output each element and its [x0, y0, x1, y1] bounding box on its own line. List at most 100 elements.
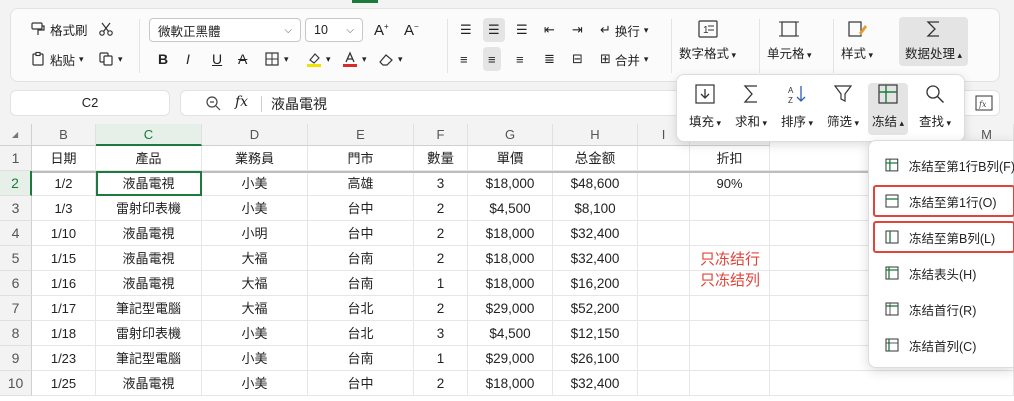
table-cell[interactable]: $4,500	[468, 321, 553, 346]
column-header-e[interactable]: E	[308, 124, 414, 146]
fill-button[interactable]: 填充 ▾	[685, 83, 725, 135]
table-cell[interactable]: 2	[414, 371, 468, 396]
table-cell[interactable]: 台中	[308, 221, 414, 246]
row-header[interactable]: 7	[0, 296, 32, 321]
table-cell[interactable]: $18,000	[468, 246, 553, 271]
number-format-button[interactable]: 1 数字格式 ▾	[679, 9, 736, 62]
merge-button[interactable]: ⊞ 合并 ▾	[595, 47, 653, 71]
table-cell[interactable]: $32,400	[553, 221, 638, 246]
table-cell[interactable]: 台中	[308, 196, 414, 221]
table-cell[interactable]	[638, 321, 690, 346]
row-header[interactable]: 8	[0, 321, 32, 346]
sort-button[interactable]: AZ 排序 ▾	[777, 83, 817, 135]
table-cell[interactable]: 1/2	[32, 171, 96, 196]
table-cell[interactable]: 90%	[690, 171, 770, 196]
formula-content[interactable]: 液晶電視	[271, 94, 327, 114]
column-header-b[interactable]: B	[32, 124, 96, 146]
table-cell[interactable]: 台中	[308, 371, 414, 396]
table-cell[interactable]: $48,600	[553, 171, 638, 196]
table-cell[interactable]: 1	[414, 271, 468, 296]
clear-button[interactable]: ▾	[373, 47, 408, 71]
cut-button[interactable]	[93, 17, 119, 41]
table-cell[interactable]	[690, 321, 770, 346]
decrease-font-button[interactable]: A−	[399, 18, 424, 42]
table-cell[interactable]: 台南	[308, 346, 414, 371]
name-box[interactable]: C2	[10, 90, 170, 116]
row-header[interactable]: 5	[0, 246, 32, 271]
expand-formula-button[interactable]: fx	[968, 90, 1000, 116]
row-header[interactable]: 3	[0, 196, 32, 221]
table-cell[interactable]: 液晶電視	[96, 171, 202, 196]
fill-color-button[interactable]: ▾	[301, 47, 336, 71]
row-header[interactable]: 4	[0, 221, 32, 246]
table-cell[interactable]: 1/17	[32, 296, 96, 321]
filter-button[interactable]: 筛选 ▾	[823, 83, 863, 135]
style-button[interactable]: 样式 ▾	[841, 9, 873, 62]
empty-cell[interactable]	[770, 371, 1014, 396]
table-cell[interactable]	[638, 371, 690, 396]
table-cell[interactable]: $32,400	[553, 246, 638, 271]
row-header[interactable]: 1	[0, 146, 32, 171]
table-cell[interactable]: 雷射印表機	[96, 196, 202, 221]
table-cell[interactable]: 1/25	[32, 371, 96, 396]
table-cell[interactable]: $8,100	[553, 196, 638, 221]
borders-button[interactable]: ▾	[259, 47, 294, 71]
table-cell[interactable]: $18,000	[468, 221, 553, 246]
table-cell[interactable]: $16,200	[553, 271, 638, 296]
header-cell[interactable]: 日期	[32, 146, 96, 171]
data-process-button[interactable]: 数据处理 ▴	[899, 17, 969, 66]
table-cell[interactable]: 大福	[202, 296, 308, 321]
font-color-button[interactable]: ▾	[337, 47, 372, 71]
table-cell[interactable]: 1	[414, 346, 468, 371]
freeze-button[interactable]: 冻结 ▴	[868, 83, 909, 135]
table-cell[interactable]	[690, 346, 770, 371]
table-cell[interactable]	[638, 296, 690, 321]
strikethrough-button[interactable]: A	[233, 47, 252, 71]
table-cell[interactable]	[638, 171, 690, 196]
format-painter-button[interactable]: 格式刷	[25, 17, 93, 41]
header-cell[interactable]: 折扣	[690, 146, 770, 171]
column-header-g[interactable]: G	[468, 124, 553, 146]
fx-icon[interactable]: fx	[235, 94, 248, 110]
align-bottom-button[interactable]: ☰	[511, 18, 533, 42]
table-cell[interactable]: 1/15	[32, 246, 96, 271]
table-cell[interactable]: 2	[414, 246, 468, 271]
freeze-col-b-item[interactable]: 冻结至第B列(L)	[873, 221, 1014, 253]
table-cell[interactable]: $12,150	[553, 321, 638, 346]
header-cell[interactable]: 產品	[96, 146, 202, 171]
underline-button[interactable]: U	[207, 47, 227, 71]
header-cell[interactable]: 門市	[308, 146, 414, 171]
table-cell[interactable]: $4,500	[468, 196, 553, 221]
font-size-select[interactable]: 10 ⌵	[305, 18, 363, 42]
align-right-button[interactable]: ≡	[511, 47, 529, 71]
table-cell[interactable]: 台北	[308, 321, 414, 346]
freeze-header-item[interactable]: 冻结表头(H)	[875, 257, 1014, 289]
table-cell[interactable]: 小明	[202, 221, 308, 246]
find-button[interactable]: 查找 ▾	[915, 83, 955, 135]
table-cell[interactable]: 2	[414, 296, 468, 321]
table-cell[interactable]: 1/23	[32, 346, 96, 371]
table-cell[interactable]: $52,200	[553, 296, 638, 321]
table-cell[interactable]: $32,400	[553, 371, 638, 396]
table-cell[interactable]	[638, 196, 690, 221]
decrease-indent-button[interactable]: ⇤	[539, 18, 560, 42]
table-cell[interactable]: 大福	[202, 271, 308, 296]
freeze-first-column-item[interactable]: 冻结首列(C)	[875, 329, 1014, 361]
font-name-select[interactable]: 微軟正黑體 ⌵	[149, 18, 301, 42]
sum-button[interactable]: 求和 ▾	[731, 83, 771, 135]
table-cell[interactable]: 液晶電視	[96, 246, 202, 271]
paste-button[interactable]: 粘贴 ▾	[25, 47, 89, 71]
table-cell[interactable]: 液晶電視	[96, 371, 202, 396]
justify-button[interactable]: ≣	[539, 47, 560, 71]
bold-button[interactable]: B	[153, 47, 173, 71]
table-cell[interactable]: 筆記型電腦	[96, 296, 202, 321]
header-cell[interactable]: 單價	[468, 146, 553, 171]
column-header-f[interactable]: F	[414, 124, 468, 146]
freeze-row-col-item[interactable]: 冻结至第1行B列(F)	[875, 149, 1014, 181]
table-cell[interactable]: 3	[414, 171, 468, 196]
table-cell[interactable]: 小美	[202, 346, 308, 371]
align-middle-button[interactable]: ☰	[483, 18, 505, 42]
increase-font-button[interactable]: A+	[369, 18, 394, 42]
table-cell[interactable]: $18,000	[468, 371, 553, 396]
align-top-button[interactable]: ☰	[455, 18, 477, 42]
